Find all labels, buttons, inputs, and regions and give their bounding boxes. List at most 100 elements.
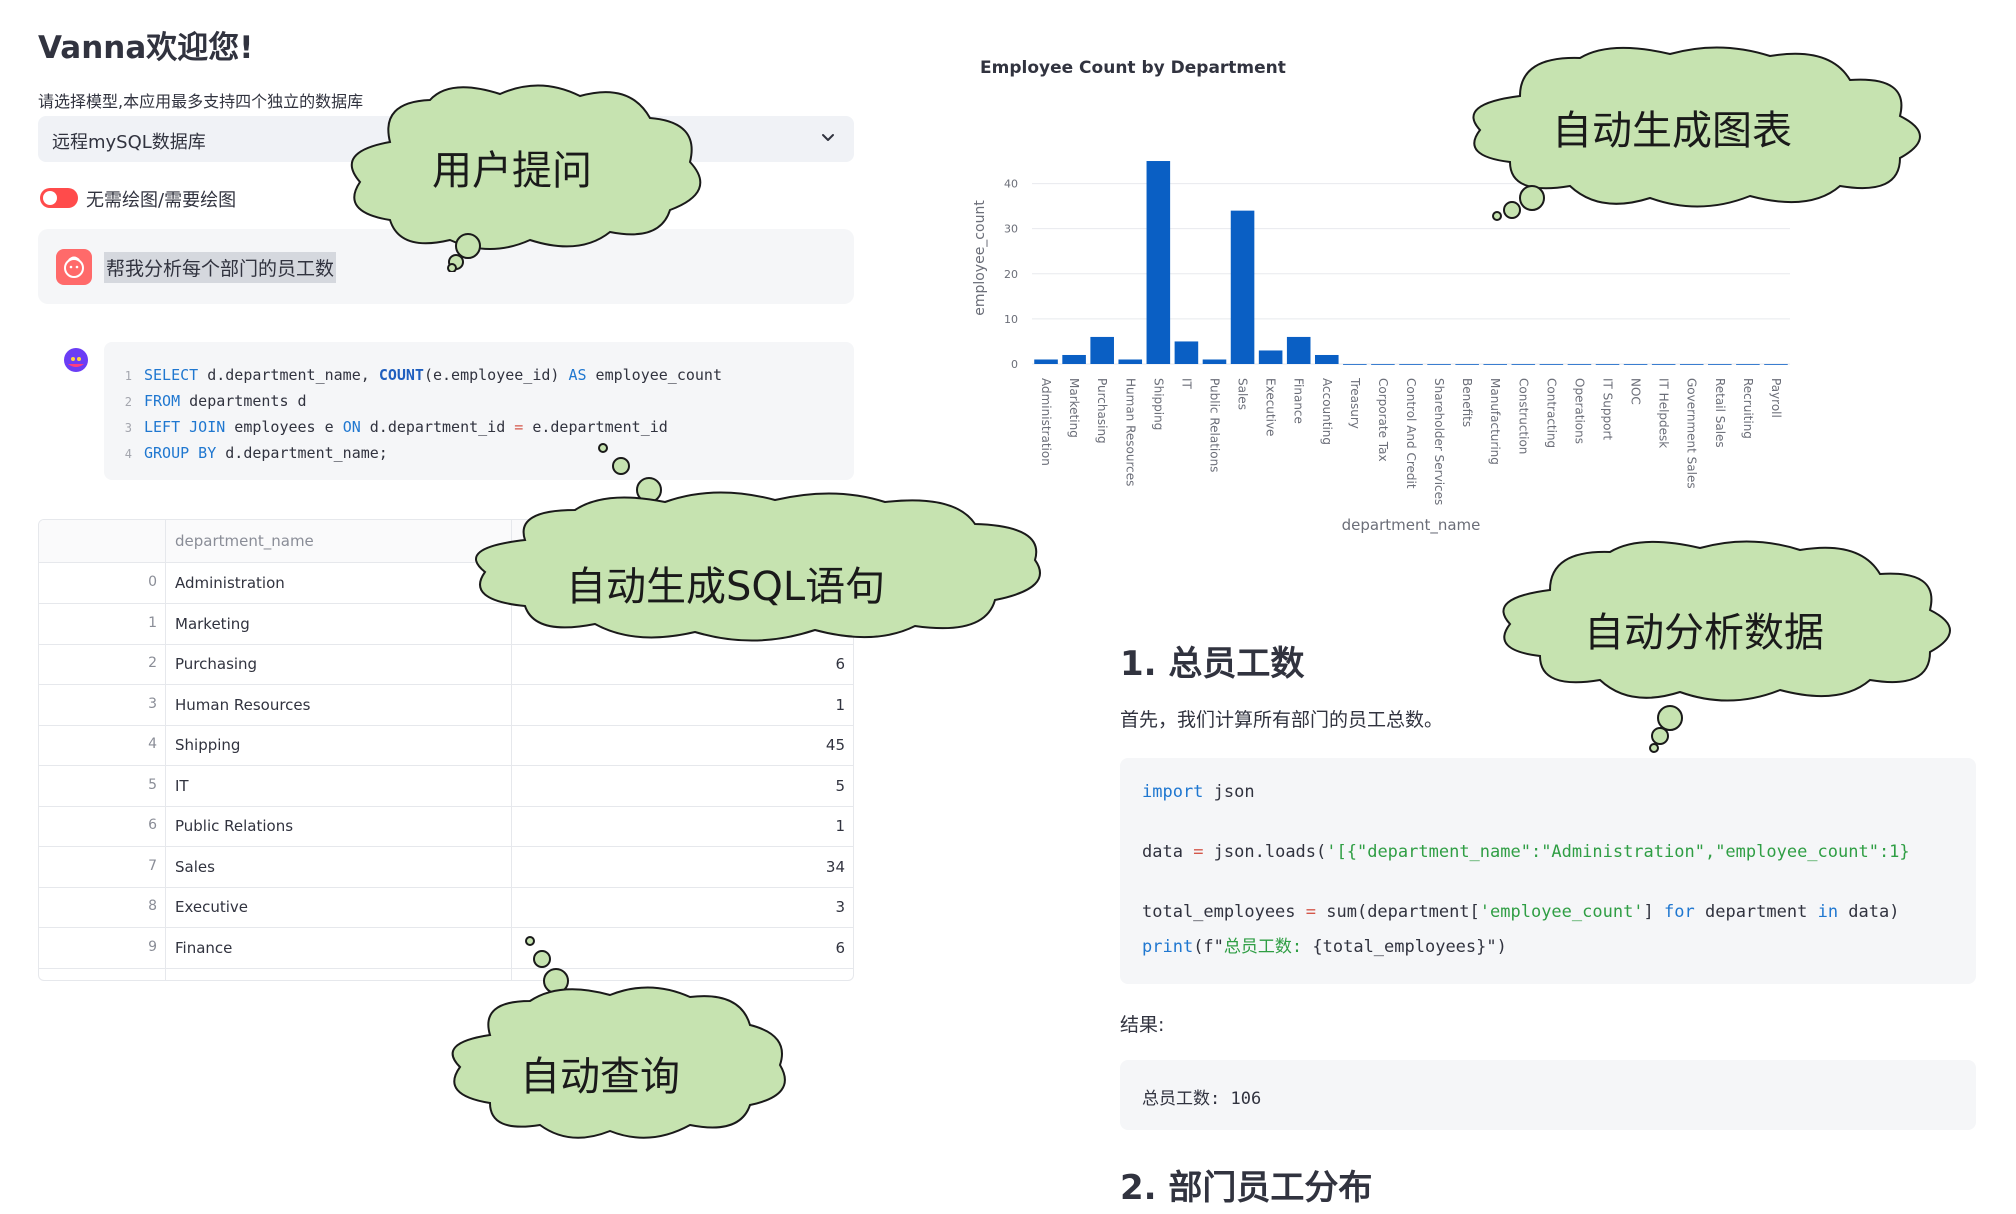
x-tick-label: Human Resources: [1123, 378, 1137, 486]
code-token: AS: [568, 366, 587, 384]
code-token: COUNT: [378, 366, 424, 384]
code-token: department: [1694, 902, 1818, 922]
column-header-department-name[interactable]: department_name: [175, 532, 314, 550]
x-tick-label: Shipping: [1151, 378, 1165, 430]
python-code-line: print(f"总员工数: {total_employees}"): [1142, 932, 1507, 957]
row-index: 9: [148, 938, 157, 955]
x-tick-label: Construction: [1516, 378, 1530, 454]
x-tick-label: IT Helpdesk: [1657, 378, 1671, 448]
code-token: json.loads(: [1203, 842, 1327, 862]
sql-code-line: 3 LEFT JOIN employees e ON d.department_i…: [104, 418, 668, 436]
code-token: import: [1142, 782, 1204, 802]
x-tick-label: IT: [1179, 378, 1193, 390]
x-tick-label: Marketing: [1067, 378, 1081, 438]
department-name-cell: Marketing: [175, 614, 250, 633]
code-token: for: [1664, 902, 1695, 922]
x-tick-label: Finance: [1292, 378, 1306, 424]
x-tick-label: Benefits: [1460, 378, 1474, 427]
x-tick-label: Contracting: [1544, 378, 1558, 448]
x-tick-label: Shareholder Services: [1432, 378, 1446, 505]
code-token: data: [1142, 842, 1194, 862]
department-name-cell: Purchasing: [175, 655, 258, 673]
x-tick-label: Retail Sales: [1713, 378, 1727, 448]
row-index: 3: [148, 695, 157, 712]
table-row[interactable]: 4 Shipping 45: [39, 725, 853, 766]
code-token: =: [514, 418, 524, 436]
row-index: 4: [148, 736, 157, 752]
x-tick-label: NOC: [1629, 378, 1643, 405]
chart-bar: [1455, 364, 1479, 365]
chart-bar: [1118, 359, 1143, 364]
analysis-heading-1: 1. 总员工数: [1120, 644, 1305, 684]
table-row[interactable]: 2 Purchasing 6: [39, 644, 853, 685]
chart-bar: [1062, 354, 1086, 364]
row-index: 8: [148, 898, 157, 914]
model-select-label: 请选择模型,本应用最多支持四个独立的数据库: [38, 92, 364, 111]
chart-bar: [1034, 359, 1058, 364]
python-code-line: total_employees = sum(department['employ…: [1142, 902, 1899, 922]
employee-count-cell: 5: [835, 776, 845, 795]
x-tick-label: Public Relations: [1207, 378, 1221, 472]
chart-bar: [1679, 364, 1704, 365]
table-row[interactable]: 3 Human Resources 1: [39, 685, 853, 726]
employee-count-cell: 34: [825, 857, 845, 876]
employee-count-cell: 3: [835, 898, 845, 916]
chart-bar: [1202, 359, 1227, 364]
user-message-text: 帮我分析每个部门的员工数: [104, 252, 337, 283]
code-token: (f": [1193, 937, 1224, 957]
sql-code-line: 2 FROM departments d: [104, 392, 307, 410]
row-index: 2: [148, 655, 157, 671]
code-token: d.department_name,: [198, 366, 379, 384]
code-token: ON: [342, 418, 361, 436]
chart-bar: [1567, 364, 1592, 365]
code-token: 总员工数:: [1223, 937, 1313, 957]
table-row[interactable]: 6 Public Relations 1: [39, 806, 853, 847]
chart-bar: [1371, 364, 1395, 365]
row-index: 0: [148, 574, 157, 590]
code-token: employees e: [225, 418, 343, 436]
x-tick-label: Operations: [1572, 378, 1586, 444]
python-code-line: import json: [1142, 782, 1255, 802]
employee-count-cell: 1: [835, 817, 845, 835]
y-tick-label: 0: [1011, 358, 1018, 371]
python-code-line: data = json.loads('[{"department_name":"…: [1142, 842, 1910, 862]
code-token: (e.employee_id): [423, 366, 569, 384]
cloud-label-user-question: 用户提问: [432, 148, 592, 194]
code-token: =: [1305, 902, 1317, 922]
code-token: =: [1193, 842, 1204, 862]
x-tick-label: Sales: [1236, 378, 1250, 410]
x-tick-label: IT Support: [1601, 378, 1615, 440]
table-row[interactable]: 5 IT 5: [39, 766, 853, 807]
x-tick-label: Recruiting: [1741, 378, 1755, 439]
chart-bar: [1483, 364, 1508, 365]
cloud-label-auto-query: 自动查询: [520, 1054, 680, 1100]
app-title: Vanna欢迎您!: [38, 30, 254, 66]
chart-bar: [1399, 364, 1423, 365]
result-value: 总员工数: 106: [1142, 1089, 1262, 1109]
chart-bar: [1174, 341, 1199, 364]
assistant-avatar-icon: [64, 348, 88, 372]
chart-toggle[interactable]: [40, 188, 78, 208]
code-token: d.department_name;: [216, 444, 388, 462]
y-tick-label: 10: [1004, 313, 1018, 326]
chart-bar: [1539, 364, 1564, 365]
chart-toggle-label: 无需绘图/需要绘图: [86, 190, 237, 211]
x-axis-label: department_name: [1342, 516, 1481, 535]
table-row[interactable]: 7 Sales 34: [39, 847, 853, 888]
user-face-icon: [64, 256, 84, 278]
chart-bar: [1230, 210, 1255, 364]
department-name-cell: Human Resources: [175, 695, 311, 714]
x-tick-label: Payroll: [1769, 378, 1783, 418]
result-label: 结果:: [1120, 1014, 1165, 1036]
table-row[interactable]: 8 Executive 3: [39, 887, 853, 928]
line-number: 1: [124, 369, 132, 383]
chart-bar: [1427, 364, 1451, 365]
code-token: FROM: [144, 392, 181, 410]
chart-bar: [1090, 336, 1114, 364]
chart-bar: [1511, 364, 1536, 365]
chart-bar: [1764, 364, 1788, 365]
x-tick-label: Government Sales: [1685, 378, 1699, 489]
chart-bar: [1343, 364, 1367, 365]
code-token: 'employee_count': [1479, 902, 1644, 922]
chart-bar: [1708, 364, 1732, 365]
